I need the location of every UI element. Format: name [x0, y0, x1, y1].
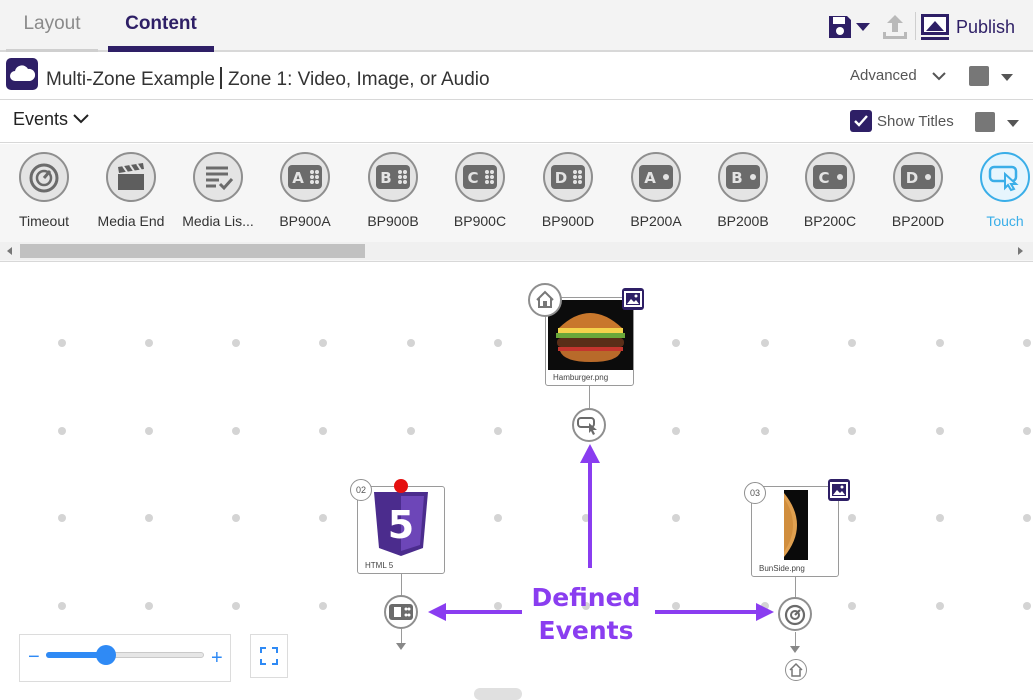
chevron-down-icon[interactable]	[932, 71, 946, 81]
palette-item-bp900a[interactable]: A BP900A	[262, 152, 348, 242]
button-panel-icon: D	[543, 152, 593, 202]
palette-item-bp900d[interactable]: D BP900D	[525, 152, 611, 242]
button-panel-icon: B	[368, 152, 418, 202]
annotation-arrowhead-left	[428, 603, 446, 621]
button-panel-icon: C	[455, 152, 505, 202]
page-title: Multi-Zone Example Zone 1: Video, Image, …	[46, 67, 490, 91]
panel-letter: B	[731, 169, 742, 187]
palette-item-bp900b[interactable]: B BP900B	[350, 152, 436, 242]
zoom-in-button[interactable]: +	[211, 648, 223, 668]
presentation-name: Multi-Zone Example	[46, 69, 215, 90]
palette-item-touch[interactable]: Touch	[962, 152, 1033, 242]
zoom-control: − +	[19, 634, 231, 682]
palette-item-bp200d[interactable]: D BP200D	[875, 152, 961, 242]
palette-item-media-list[interactable]: Media Lis...	[175, 152, 261, 242]
panel-letter: D	[906, 169, 918, 187]
palette-label: BP900A	[279, 213, 331, 229]
annotation-arrowhead-up	[580, 444, 600, 463]
resize-handle[interactable]	[474, 688, 522, 700]
events-bar: Events Show Titles	[0, 101, 1033, 143]
palette-label: BP200B	[717, 213, 769, 229]
events-dropdown-label[interactable]: Events	[13, 109, 68, 130]
scroll-left-icon[interactable]	[7, 247, 12, 255]
advanced-dropdown[interactable]: Advanced	[850, 67, 917, 84]
panel-letter: A	[292, 169, 304, 187]
top-tab-bar: Layout Content Publish	[0, 0, 1033, 52]
panel-letter: C	[818, 169, 829, 187]
show-titles-label: Show Titles	[877, 113, 954, 130]
presentation-title-bar: Multi-Zone Example Zone 1: Video, Image, …	[0, 54, 1033, 100]
panel-letter: D	[555, 169, 567, 187]
caret-down-icon[interactable]	[1001, 74, 1013, 81]
zoom-out-button[interactable]: −	[28, 647, 40, 667]
title-divider	[219, 67, 222, 89]
tab-layout[interactable]: Layout	[6, 0, 98, 52]
publish-icon	[921, 14, 949, 40]
palette-item-media-end[interactable]: Media End	[88, 152, 174, 242]
show-titles-checkbox[interactable]	[850, 110, 872, 132]
event-color-swatch[interactable]	[975, 112, 995, 132]
palette-item-bp200c[interactable]: C BP200C	[787, 152, 873, 242]
palette-item-bp900c[interactable]: C BP900C	[437, 152, 523, 242]
annotation-line-1: Defined	[531, 583, 641, 612]
caret-down-icon[interactable]	[1007, 120, 1019, 127]
palette-item-bp200a[interactable]: A BP200A	[613, 152, 699, 242]
palette-label: BP900C	[453, 213, 507, 229]
toolbar-divider	[915, 12, 916, 40]
palette-scrollbar-thumb[interactable]	[20, 244, 365, 258]
upload-button[interactable]	[880, 11, 912, 43]
zoom-slider-thumb[interactable]	[96, 645, 117, 665]
palette-label: Touch	[986, 213, 1024, 229]
palette-item-timeout[interactable]: Timeout	[1, 152, 87, 242]
publish-label: Publish	[956, 16, 1016, 37]
panel-letter: B	[380, 169, 391, 187]
palette-label: BP200C	[803, 213, 857, 229]
palette-label: BP900D	[541, 213, 595, 229]
panel-letter: A	[644, 169, 656, 187]
palette-label: Media Lis...	[182, 213, 254, 229]
button-panel-icon: D	[893, 152, 943, 202]
panel-letter: C	[467, 169, 478, 187]
annotation-arrowhead-right	[756, 603, 774, 621]
touch-icon	[980, 152, 1030, 202]
palette-label: BP200A	[630, 213, 682, 229]
palette-label: Timeout	[18, 213, 70, 229]
annotation-defined-events: Defined Events	[518, 581, 654, 647]
save-icon	[829, 16, 851, 38]
fit-to-screen-button[interactable]	[250, 634, 288, 678]
tab-content[interactable]: Content	[108, 0, 214, 52]
chevron-down-icon[interactable]	[853, 17, 873, 37]
button-panel-icon: B	[718, 152, 768, 202]
zone-color-swatch[interactable]	[969, 66, 989, 86]
chevron-down-icon[interactable]	[72, 113, 90, 125]
scroll-right-icon[interactable]	[1018, 247, 1023, 255]
media-list-icon	[193, 152, 243, 202]
event-canvas[interactable]: Hamburger.png 5 HTML 5 02 BunSide.png 03	[0, 263, 1033, 700]
button-panel-icon: A	[280, 152, 330, 202]
publish-button[interactable]: Publish	[920, 11, 1025, 43]
upload-icon	[883, 15, 907, 39]
palette-label: BP200D	[891, 213, 945, 229]
event-palette: Timeout Media End Media Lis... A BP900A …	[0, 144, 1033, 262]
button-panel-icon: A	[631, 152, 681, 202]
save-button[interactable]	[827, 11, 877, 43]
fit-screen-icon	[260, 647, 278, 665]
palette-label: Media End	[97, 213, 165, 229]
button-panel-icon: C	[805, 152, 855, 202]
clapperboard-icon	[106, 152, 156, 202]
palette-item-bp200b[interactable]: B BP200B	[700, 152, 786, 242]
checkmark-icon	[854, 115, 868, 127]
annotation-line-2: Events	[538, 616, 634, 645]
cloud-icon	[6, 58, 38, 90]
palette-label: BP900B	[367, 213, 419, 229]
timeout-icon	[19, 152, 69, 202]
zone-name: Zone 1: Video, Image, or Audio	[227, 69, 490, 90]
